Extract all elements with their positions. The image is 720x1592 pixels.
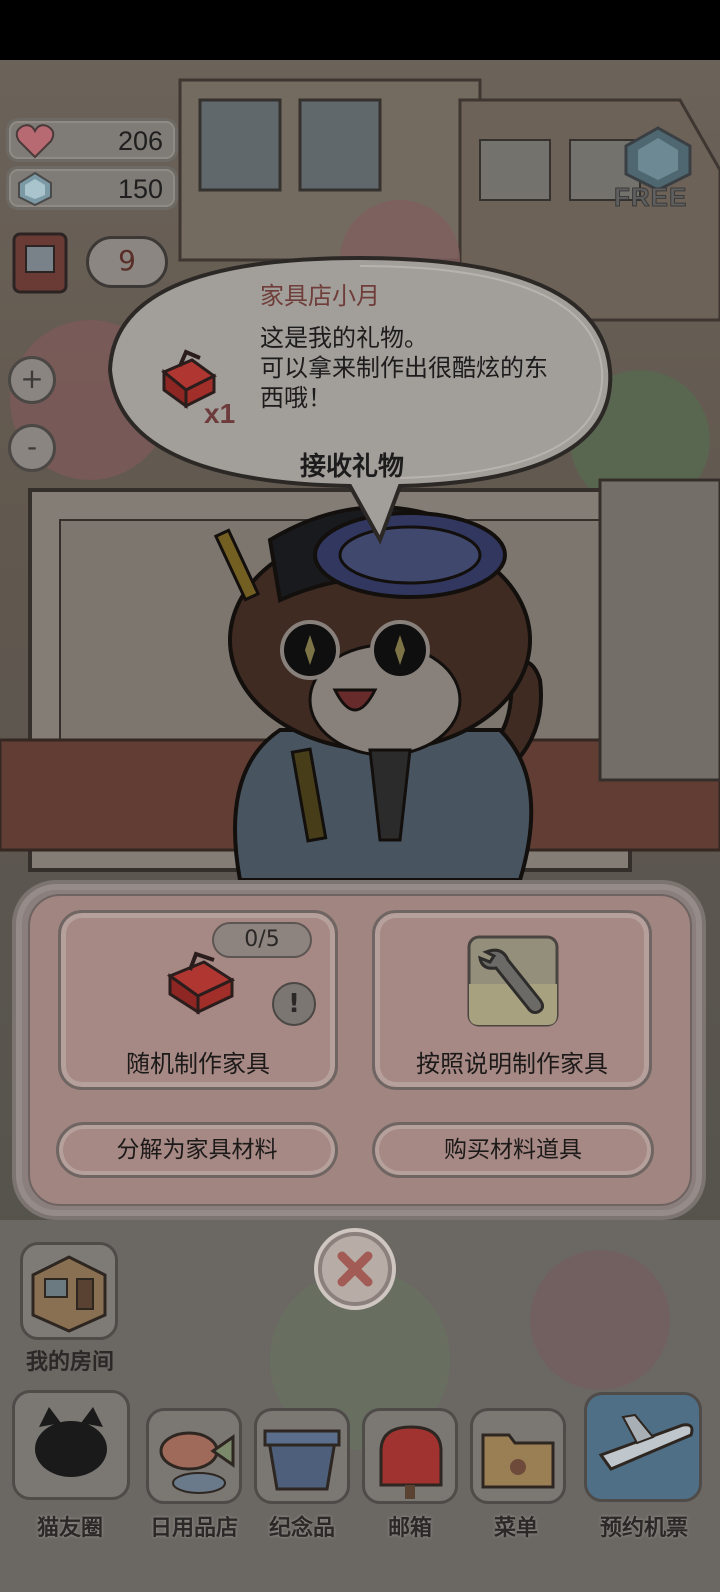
dock-daily-shop[interactable] bbox=[146, 1408, 242, 1504]
dock-label-0: 猫友圈 bbox=[36, 1516, 103, 1541]
dock-cat-friends[interactable] bbox=[12, 1390, 130, 1500]
fish-icon bbox=[159, 1431, 235, 1494]
gems-counter: 150 bbox=[6, 166, 178, 210]
dock-flight-booking[interactable] bbox=[584, 1392, 702, 1502]
box-icon bbox=[263, 1429, 341, 1491]
room-icon bbox=[31, 1255, 107, 1333]
alert-badge: ! bbox=[272, 982, 316, 1026]
close-button[interactable] bbox=[318, 1232, 392, 1306]
hearts-value: 206 bbox=[117, 126, 163, 156]
my-room-label: 我的房间 bbox=[25, 1350, 114, 1375]
dialog-line-3: 西哦！ bbox=[260, 384, 332, 412]
toolbox-icon bbox=[166, 951, 236, 1015]
gift-count: x1 bbox=[204, 398, 236, 429]
wrench-icon bbox=[467, 935, 559, 1027]
status-bar bbox=[0, 0, 720, 60]
heart-icon bbox=[15, 124, 55, 159]
decompose-button[interactable]: 分解为家具材料 bbox=[56, 1122, 338, 1178]
speaker-name: 家具店小月 bbox=[260, 282, 380, 310]
free-gems-button[interactable]: FREE bbox=[610, 120, 710, 220]
folder-icon bbox=[481, 1433, 555, 1489]
dock-souvenirs[interactable] bbox=[254, 1408, 350, 1504]
book-icon[interactable] bbox=[8, 228, 78, 298]
my-room-button[interactable] bbox=[20, 1242, 118, 1340]
buy-materials-button[interactable]: 购买材料道具 bbox=[372, 1122, 654, 1178]
dock-label-5: 预约机票 bbox=[599, 1516, 688, 1541]
dock-label-2: 纪念品 bbox=[268, 1516, 335, 1541]
close-icon bbox=[337, 1251, 373, 1287]
hearts-counter: 206 bbox=[6, 118, 178, 162]
cat-face-icon bbox=[35, 1407, 107, 1477]
dock-mailbox[interactable] bbox=[362, 1408, 458, 1504]
gems-value: 150 bbox=[117, 174, 163, 204]
dock-label-4: 菜单 bbox=[493, 1516, 538, 1541]
airplane-icon bbox=[598, 1413, 694, 1471]
instruction-craft-label: 按照说明制作家具 bbox=[416, 1050, 608, 1078]
gem-icon bbox=[18, 171, 52, 207]
accept-gift-button[interactable]: 接收礼物 bbox=[300, 446, 404, 483]
zoom-in-button[interactable]: + bbox=[8, 356, 56, 404]
zoom-out-button[interactable]: - bbox=[8, 424, 56, 472]
mailbox-icon bbox=[379, 1425, 443, 1499]
dock-label-3: 邮箱 bbox=[387, 1516, 432, 1541]
random-craft-label: 随机制作家具 bbox=[126, 1050, 270, 1078]
dock-label-1: 日用品店 bbox=[149, 1516, 238, 1541]
free-label: FREE bbox=[613, 182, 688, 213]
dock-menu[interactable] bbox=[470, 1408, 566, 1504]
